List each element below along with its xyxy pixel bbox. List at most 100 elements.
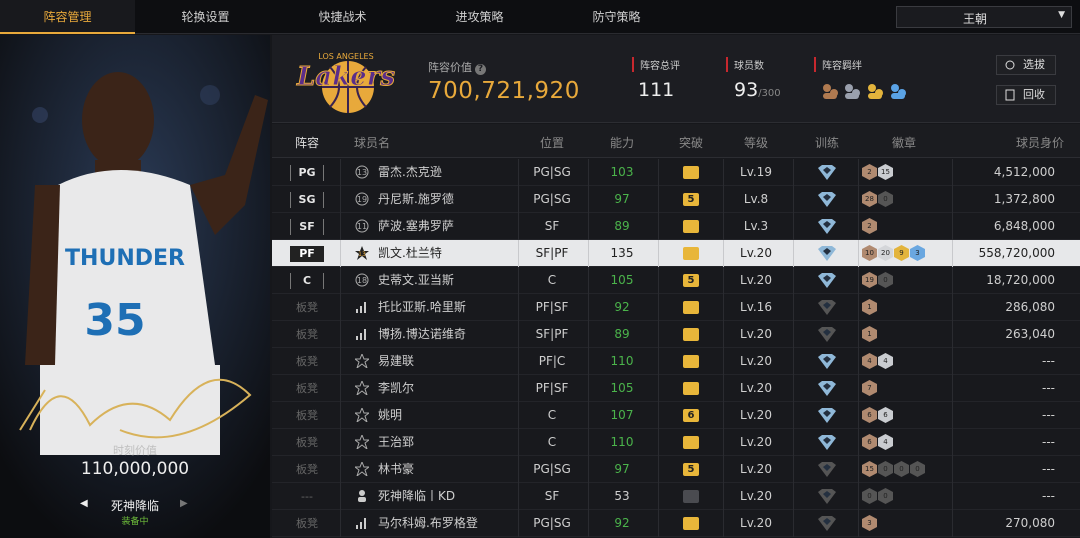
lineup-slot[interactable]: 板凳 bbox=[290, 354, 324, 370]
badge-icon[interactable]: 0 bbox=[878, 488, 893, 504]
table-row[interactable]: C 18 史蒂文.亚当斯 C 105 5 Lv.20 19 0 18,720,00… bbox=[272, 267, 1080, 294]
col-position[interactable]: 位置 bbox=[522, 134, 582, 151]
badge-icon[interactable]: 0 bbox=[878, 461, 893, 477]
player-name[interactable]: 易建联 bbox=[378, 348, 414, 375]
tab-defense[interactable]: 防守策略 bbox=[549, 0, 684, 34]
badge-icon[interactable]: 15 bbox=[862, 461, 877, 477]
table-row[interactable]: SG 19 丹尼斯.施罗德 PG|SG 97 5 Lv.8 28 0 1,372,… bbox=[272, 186, 1080, 213]
player-name[interactable]: 林书豪 bbox=[378, 456, 414, 483]
training-icon[interactable] bbox=[818, 165, 836, 180]
lineup-slot[interactable]: 板凳 bbox=[290, 327, 324, 343]
training-icon[interactable] bbox=[818, 516, 836, 531]
player-name[interactable]: 丹尼斯.施罗德 bbox=[378, 186, 454, 213]
badge-icon[interactable]: 6 bbox=[862, 407, 877, 423]
badge-icon[interactable]: 7 bbox=[862, 380, 877, 396]
badge-icon[interactable]: 9 bbox=[894, 245, 909, 261]
help-icon[interactable]: ? bbox=[475, 64, 486, 75]
badge-icon[interactable]: 4 bbox=[878, 434, 893, 450]
training-icon[interactable] bbox=[818, 354, 836, 369]
badge-icon[interactable]: 1 bbox=[862, 326, 877, 342]
training-icon[interactable] bbox=[818, 219, 836, 234]
col-player-name[interactable]: 球员名 bbox=[354, 134, 390, 151]
col-player-value[interactable]: 球员身价 bbox=[984, 134, 1064, 151]
table-row[interactable]: 板凳 姚明 C 107 6 Lv.20 66 --- bbox=[272, 402, 1080, 429]
badge-icon[interactable]: 4 bbox=[878, 353, 893, 369]
badge-icon[interactable]: 1 bbox=[862, 299, 877, 315]
training-icon[interactable] bbox=[818, 192, 836, 207]
badge-icon[interactable]: 6 bbox=[878, 407, 893, 423]
training-icon[interactable] bbox=[818, 381, 836, 396]
badge-icon[interactable]: 20 bbox=[878, 245, 893, 261]
team-select-dropdown[interactable]: 王朝 ▼ bbox=[896, 6, 1072, 28]
badge-icon[interactable]: 0 bbox=[878, 272, 893, 288]
lineup-slot[interactable]: 板凳 bbox=[290, 408, 324, 424]
tab-lineup[interactable]: 阵容管理 bbox=[0, 0, 135, 34]
badge-icon[interactable]: 2 bbox=[862, 164, 877, 180]
table-row[interactable]: --- 死神降临丨KD SF 53 Lv.20 00 --- bbox=[272, 483, 1080, 510]
tab-quick-tactics[interactable]: 快捷战术 bbox=[275, 0, 410, 34]
lineup-slot[interactable]: PF bbox=[290, 246, 324, 262]
badge-icon[interactable]: 0 bbox=[910, 461, 925, 477]
bond-icon-2[interactable] bbox=[842, 82, 862, 100]
table-row[interactable]: 板凳 王治郅 C 110 Lv.20 64 --- bbox=[272, 429, 1080, 456]
badge-icon[interactable]: 3 bbox=[862, 515, 877, 531]
col-ability[interactable]: 能力 bbox=[592, 134, 652, 151]
badge-icon[interactable]: 2 bbox=[862, 218, 877, 234]
lineup-slot[interactable]: 板凳 bbox=[290, 462, 324, 478]
bond-icon-3[interactable] bbox=[865, 82, 885, 100]
badge-icon[interactable]: 28 bbox=[862, 191, 877, 207]
lineup-slot[interactable]: SG bbox=[290, 192, 324, 208]
player-name[interactable]: 王治郅 bbox=[378, 429, 414, 456]
table-row[interactable]: SF 11 萨波.塞弗罗萨 SF 89 Lv.3 2 6,848,000 bbox=[272, 213, 1080, 240]
lineup-slot[interactable]: 板凳 bbox=[290, 435, 324, 451]
training-icon[interactable] bbox=[818, 489, 836, 504]
col-training[interactable]: 训练 bbox=[797, 134, 857, 151]
badge-icon[interactable]: 0 bbox=[862, 488, 877, 504]
player-name[interactable]: 雷杰.杰克逊 bbox=[378, 159, 442, 186]
table-row[interactable]: PF 13 凯文.杜兰特 SF|PF 135 Lv.20 10 20 9 3 558,… bbox=[272, 240, 1080, 267]
badge-icon[interactable]: 4 bbox=[862, 353, 877, 369]
bond-icon-1[interactable] bbox=[820, 82, 840, 100]
table-row[interactable]: 板凳 托比亚斯.哈里斯 PF|SF 92 Lv.16 1 286,080 bbox=[272, 294, 1080, 321]
training-icon[interactable] bbox=[818, 273, 836, 288]
training-icon[interactable] bbox=[818, 462, 836, 477]
player-name[interactable]: 托比亚斯.哈里斯 bbox=[378, 294, 466, 321]
table-row[interactable]: 板凳 博扬.博达诺维奇 SF|PF 89 Lv.20 1 263,040 bbox=[272, 321, 1080, 348]
player-name[interactable]: 博扬.博达诺维奇 bbox=[378, 321, 466, 348]
col-badges[interactable]: 徽章 bbox=[874, 134, 934, 151]
select-button[interactable]: 选拔 bbox=[996, 55, 1056, 75]
player-name[interactable]: 姚明 bbox=[378, 402, 402, 429]
lineup-slot[interactable]: C bbox=[290, 273, 324, 289]
col-breakthrough[interactable]: 突破 bbox=[661, 134, 721, 151]
tab-rotation[interactable]: 轮换设置 bbox=[138, 0, 273, 34]
arrow-right-icon[interactable]: ▶ bbox=[180, 498, 188, 509]
training-icon[interactable] bbox=[818, 300, 836, 315]
player-name[interactable]: 史蒂文.亚当斯 bbox=[378, 267, 454, 294]
player-name[interactable]: 马尔科姆.布罗格登 bbox=[378, 510, 478, 537]
table-row[interactable]: 板凳 马尔科姆.布罗格登 PG|SG 92 Lv.20 3 270,080 bbox=[272, 510, 1080, 537]
lineup-slot[interactable]: SF bbox=[290, 219, 324, 235]
lineup-slot[interactable]: PG bbox=[290, 165, 324, 181]
badge-icon[interactable]: 0 bbox=[894, 461, 909, 477]
table-row[interactable]: 板凳 易建联 PF|C 110 Lv.20 44 --- bbox=[272, 348, 1080, 375]
lineup-slot[interactable]: --- bbox=[290, 489, 324, 505]
recycle-button[interactable]: 回收 bbox=[996, 85, 1056, 105]
bond-icon-4[interactable] bbox=[888, 82, 908, 100]
player-name[interactable]: 凯文.杜兰特 bbox=[378, 240, 442, 267]
table-row[interactable]: 板凳 林书豪 PG|SG 97 5 Lv.20 15 0 0 0 --- bbox=[272, 456, 1080, 483]
col-lineup[interactable]: 阵容 bbox=[290, 134, 324, 151]
table-row[interactable]: PG 13 雷杰.杰克逊 PG|SG 103 Lv.19 2 15 4,512,0… bbox=[272, 159, 1080, 186]
tab-offense[interactable]: 进攻策略 bbox=[412, 0, 547, 34]
badge-icon[interactable]: 6 bbox=[862, 434, 877, 450]
player-name[interactable]: 萨波.塞弗罗萨 bbox=[378, 213, 454, 240]
table-row[interactable]: 板凳 李凯尔 PF|SF 105 Lv.20 7 --- bbox=[272, 375, 1080, 402]
lineup-slot[interactable]: 板凳 bbox=[290, 300, 324, 316]
training-icon[interactable] bbox=[818, 408, 836, 423]
badge-icon[interactable]: 19 bbox=[862, 272, 877, 288]
training-icon[interactable] bbox=[818, 246, 836, 261]
badge-icon[interactable]: 3 bbox=[910, 245, 925, 261]
training-icon[interactable] bbox=[818, 435, 836, 450]
lineup-slot[interactable]: 板凳 bbox=[290, 516, 324, 532]
badge-icon[interactable]: 15 bbox=[878, 164, 893, 180]
player-name[interactable]: 李凯尔 bbox=[378, 375, 414, 402]
